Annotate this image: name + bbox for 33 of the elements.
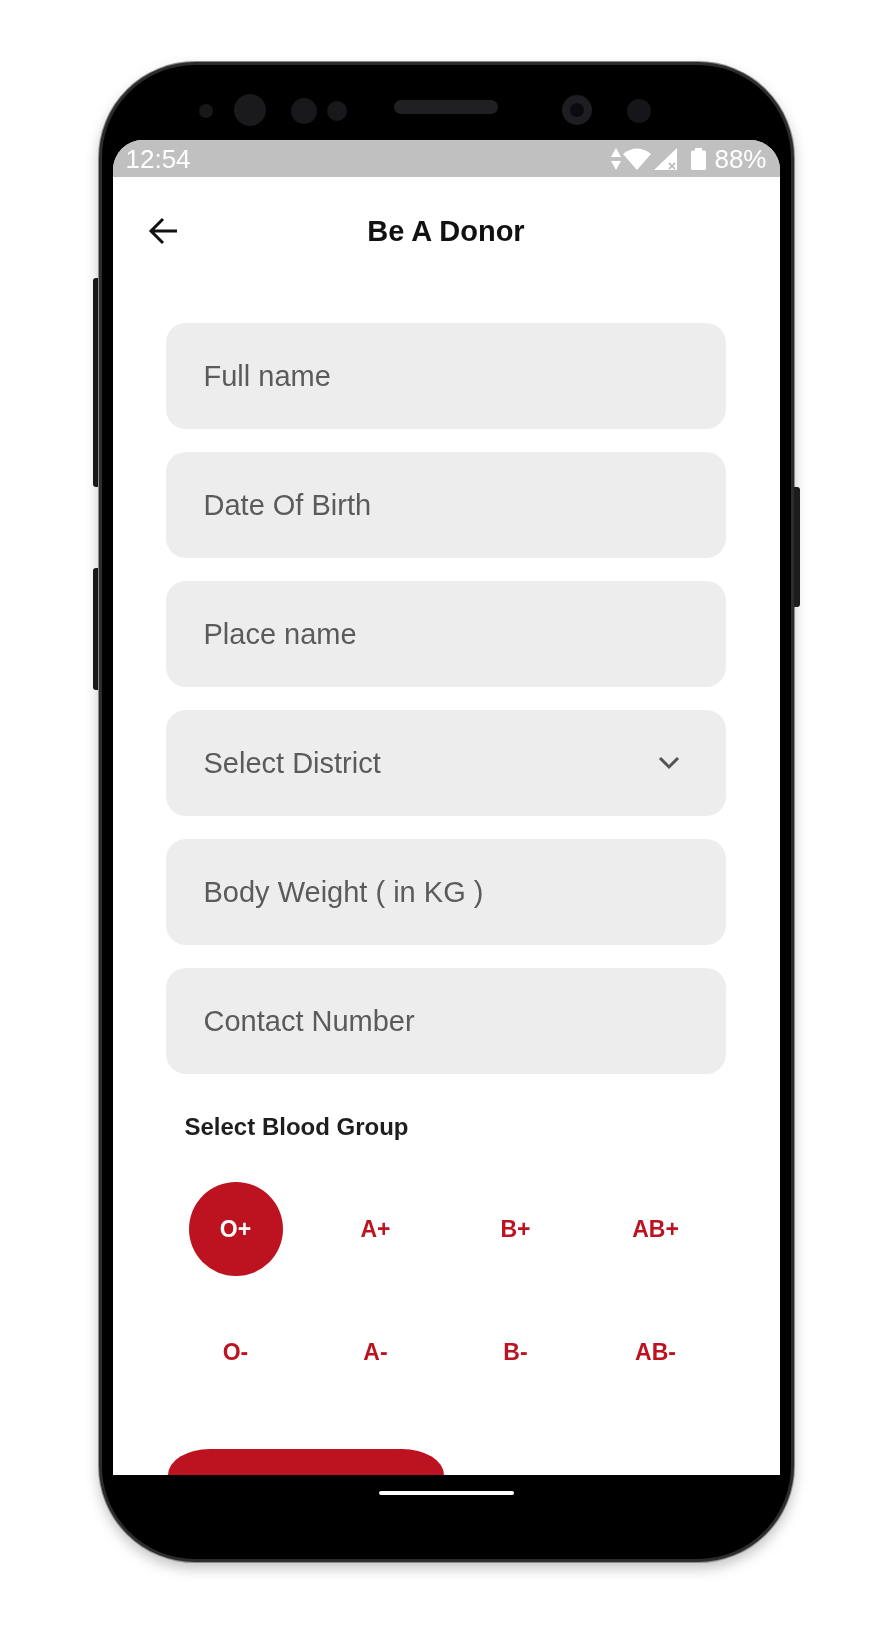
- sensor-icon: [233, 94, 266, 126]
- data-arrows-icon: [611, 147, 622, 170]
- arrow-left-icon: [147, 217, 178, 245]
- blood-group-option[interactable]: AB-: [608, 1305, 703, 1399]
- signal-icon: [654, 147, 678, 170]
- sensor-icon: [198, 104, 213, 118]
- chevron-down-icon: [657, 756, 680, 770]
- home-bar-icon: [378, 1491, 514, 1495]
- blood-group-option[interactable]: A-: [328, 1305, 423, 1399]
- page-title: Be A Donor: [367, 214, 525, 248]
- blood-group-option[interactable]: A+: [328, 1182, 423, 1276]
- input-field[interactable]: Full name: [165, 323, 726, 429]
- blood-group-option[interactable]: AB+: [608, 1182, 703, 1276]
- sensor-icon: [326, 101, 347, 121]
- battery-icon: [691, 147, 707, 170]
- input-field[interactable]: Body Weight ( in KG ): [165, 839, 726, 945]
- input-field[interactable]: Date Of Birth: [165, 452, 726, 558]
- sensor-icon: [290, 98, 317, 124]
- battery-percent: 88%: [714, 143, 767, 174]
- wifi-icon: [623, 147, 652, 170]
- blood-group-option[interactable]: B+: [468, 1182, 563, 1276]
- dropdown-field[interactable]: Select District: [165, 710, 726, 816]
- speaker-grille-icon: [393, 100, 498, 114]
- back-button[interactable]: [147, 217, 178, 245]
- blood-group-option[interactable]: O-: [188, 1305, 283, 1399]
- blood-group-option[interactable]: O+: [188, 1182, 283, 1276]
- input-field[interactable]: Place name: [165, 581, 726, 687]
- sensor-icon: [626, 99, 651, 123]
- section-label: Select Blood Group: [183, 1113, 409, 1141]
- status-time: 12:54: [125, 143, 191, 174]
- camera-lens-icon: [561, 95, 592, 125]
- input-field[interactable]: Contact Number: [165, 968, 726, 1074]
- blood-group-option[interactable]: B-: [468, 1305, 563, 1399]
